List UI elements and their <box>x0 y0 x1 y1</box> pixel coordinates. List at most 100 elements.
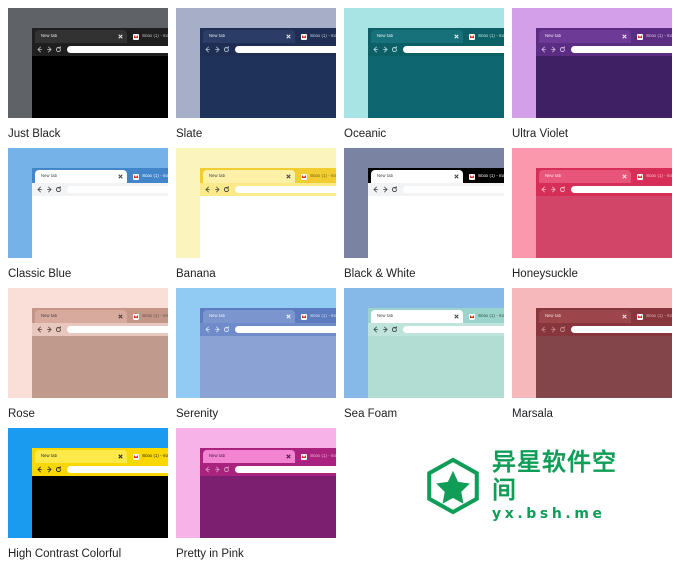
reload-icon[interactable] <box>223 45 230 54</box>
theme-card[interactable]: Inbox (1) - mail@ New tab Ultra Violet <box>512 8 672 141</box>
address-bar-input[interactable] <box>66 185 168 194</box>
close-icon[interactable] <box>118 314 123 319</box>
theme-card[interactable]: Inbox (1) - mail@ New tab Banana <box>176 148 336 281</box>
tab-inactive[interactable]: Inbox (1) - mail@ <box>297 30 336 43</box>
tab-inactive[interactable]: Inbox (1) - mail@ <box>129 30 168 43</box>
close-icon[interactable] <box>286 34 291 39</box>
forward-arrow-icon[interactable] <box>46 45 53 54</box>
tab-inactive[interactable]: Inbox (1) - mail@ <box>297 310 336 323</box>
back-arrow-icon[interactable] <box>36 465 43 474</box>
theme-preview-thumbnail[interactable]: Inbox (1) - mail@ New tab <box>344 288 504 398</box>
tab-inactive[interactable]: Inbox (1) - mail@ <box>129 450 168 463</box>
theme-card[interactable]: Inbox (1) - mail@ New tab Black & White <box>344 148 504 281</box>
tab-inactive[interactable]: Inbox (1) - mail@ <box>129 170 168 183</box>
close-icon[interactable] <box>454 314 459 319</box>
tab-active[interactable]: New tab <box>35 450 127 463</box>
forward-arrow-icon[interactable] <box>382 185 389 194</box>
theme-preview-thumbnail[interactable]: Inbox (1) - mail@ New tab <box>344 8 504 118</box>
back-arrow-icon[interactable] <box>540 45 547 54</box>
address-bar-input[interactable] <box>402 45 504 54</box>
address-bar-input[interactable] <box>402 325 504 334</box>
forward-arrow-icon[interactable] <box>550 325 557 334</box>
tab-active[interactable]: New tab <box>203 170 295 183</box>
theme-preview-thumbnail[interactable]: Inbox (1) - mail@ New tab <box>176 428 336 538</box>
close-icon[interactable] <box>622 34 627 39</box>
close-icon[interactable] <box>118 454 123 459</box>
close-icon[interactable] <box>286 454 291 459</box>
forward-arrow-icon[interactable] <box>46 325 53 334</box>
tab-inactive[interactable]: Inbox (1) - mail@ <box>465 310 504 323</box>
tab-active[interactable]: New tab <box>539 170 631 183</box>
tab-active[interactable]: New tab <box>35 30 127 43</box>
close-icon[interactable] <box>118 34 123 39</box>
forward-arrow-icon[interactable] <box>214 45 221 54</box>
tab-active[interactable]: New tab <box>371 170 463 183</box>
close-icon[interactable] <box>286 174 291 179</box>
tab-inactive[interactable]: Inbox (1) - mail@ <box>297 170 336 183</box>
back-arrow-icon[interactable] <box>204 185 211 194</box>
theme-card[interactable]: Inbox (1) - mail@ New tab Marsala <box>512 288 672 421</box>
theme-card[interactable]: Inbox (1) - mail@ New tab Rose <box>8 288 168 421</box>
reload-icon[interactable] <box>55 325 62 334</box>
theme-preview-thumbnail[interactable]: Inbox (1) - mail@ New tab <box>8 148 168 258</box>
theme-card[interactable]: Inbox (1) - mail@ New tab Sea Foam <box>344 288 504 421</box>
address-bar-input[interactable] <box>570 185 672 194</box>
theme-preview-thumbnail[interactable]: Inbox (1) - mail@ New tab <box>8 288 168 398</box>
address-bar-input[interactable] <box>234 465 336 474</box>
back-arrow-icon[interactable] <box>540 325 547 334</box>
theme-card[interactable]: Inbox (1) - mail@ New tab High Contrast Co… <box>8 428 168 561</box>
address-bar-input[interactable] <box>570 45 672 54</box>
forward-arrow-icon[interactable] <box>214 325 221 334</box>
tab-active[interactable]: New tab <box>371 310 463 323</box>
tab-inactive[interactable]: Inbox (1) - mail@ <box>633 30 672 43</box>
close-icon[interactable] <box>622 174 627 179</box>
reload-icon[interactable] <box>391 185 398 194</box>
theme-preview-thumbnail[interactable]: Inbox (1) - mail@ New tab <box>176 148 336 258</box>
forward-arrow-icon[interactable] <box>46 185 53 194</box>
back-arrow-icon[interactable] <box>36 185 43 194</box>
back-arrow-icon[interactable] <box>372 325 379 334</box>
theme-card[interactable]: Inbox (1) - mail@ New tab Honeysuckle <box>512 148 672 281</box>
tab-inactive[interactable]: Inbox (1) - mail@ <box>465 170 504 183</box>
tab-active[interactable]: New tab <box>539 310 631 323</box>
tab-inactive[interactable]: Inbox (1) - mail@ <box>129 310 168 323</box>
back-arrow-icon[interactable] <box>36 325 43 334</box>
theme-preview-thumbnail[interactable]: Inbox (1) - mail@ New tab <box>512 148 672 258</box>
reload-icon[interactable] <box>559 185 566 194</box>
forward-arrow-icon[interactable] <box>214 185 221 194</box>
theme-preview-thumbnail[interactable]: Inbox (1) - mail@ New tab <box>8 428 168 538</box>
address-bar-input[interactable] <box>234 185 336 194</box>
close-icon[interactable] <box>118 174 123 179</box>
address-bar-input[interactable] <box>570 325 672 334</box>
theme-card[interactable]: Inbox (1) - mail@ New tab Pretty in Pink <box>176 428 336 561</box>
reload-icon[interactable] <box>223 185 230 194</box>
theme-card[interactable]: Inbox (1) - mail@ New tab Just Black <box>8 8 168 141</box>
theme-card[interactable]: Inbox (1) - mail@ New tab Oceanic <box>344 8 504 141</box>
address-bar-input[interactable] <box>66 465 168 474</box>
close-icon[interactable] <box>454 34 459 39</box>
reload-icon[interactable] <box>55 45 62 54</box>
tab-active[interactable]: New tab <box>539 30 631 43</box>
back-arrow-icon[interactable] <box>204 45 211 54</box>
theme-preview-thumbnail[interactable]: Inbox (1) - mail@ New tab <box>176 8 336 118</box>
theme-card[interactable]: Inbox (1) - mail@ New tab Serenity <box>176 288 336 421</box>
address-bar-input[interactable] <box>66 325 168 334</box>
reload-icon[interactable] <box>55 465 62 474</box>
tab-inactive[interactable]: Inbox (1) - mail@ <box>465 30 504 43</box>
reload-icon[interactable] <box>391 45 398 54</box>
theme-card[interactable]: Inbox (1) - mail@ New tab Slate <box>176 8 336 141</box>
tab-active[interactable]: New tab <box>203 30 295 43</box>
back-arrow-icon[interactable] <box>540 185 547 194</box>
reload-icon[interactable] <box>559 325 566 334</box>
reload-icon[interactable] <box>559 45 566 54</box>
close-icon[interactable] <box>286 314 291 319</box>
address-bar-input[interactable] <box>234 45 336 54</box>
address-bar-input[interactable] <box>234 325 336 334</box>
back-arrow-icon[interactable] <box>372 45 379 54</box>
theme-card[interactable]: Inbox (1) - mail@ New tab Classic Blue <box>8 148 168 281</box>
theme-preview-thumbnail[interactable]: Inbox (1) - mail@ New tab <box>344 148 504 258</box>
tab-inactive[interactable]: Inbox (1) - mail@ <box>633 170 672 183</box>
forward-arrow-icon[interactable] <box>382 325 389 334</box>
tab-inactive[interactable]: Inbox (1) - mail@ <box>633 310 672 323</box>
tab-active[interactable]: New tab <box>203 310 295 323</box>
